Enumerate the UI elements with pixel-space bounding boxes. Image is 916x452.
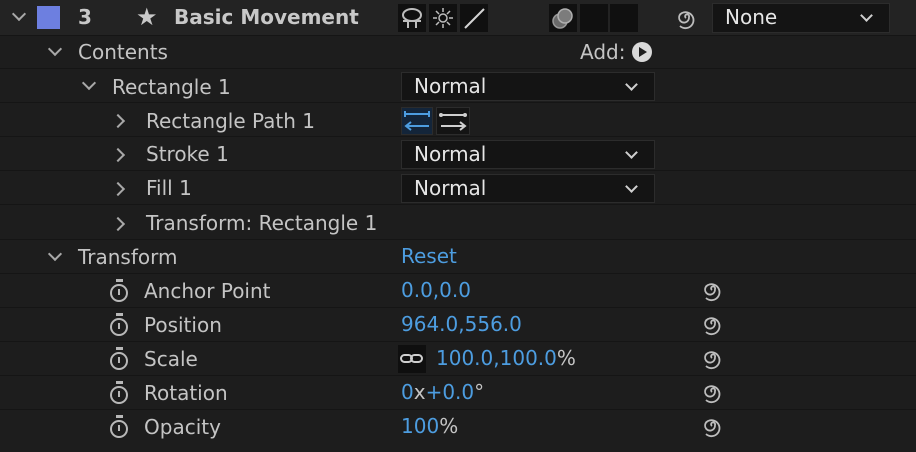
transform-chevron-icon[interactable] <box>47 246 63 262</box>
opacity-row[interactable]: Opacity 100% <box>0 410 916 452</box>
arrow-left-icon <box>404 111 430 131</box>
layer-row[interactable]: 3 ★ Basic Movement None <box>0 0 916 36</box>
rectangle-chevron-icon[interactable] <box>81 75 97 91</box>
motion-blur-switch[interactable] <box>549 4 577 32</box>
anchor-point-value[interactable]: 0.0,0.0 <box>401 274 471 307</box>
fill-blend-value: Normal <box>414 176 487 200</box>
stroke-label: Stroke 1 <box>146 142 229 166</box>
path-direction-reverse-button[interactable] <box>401 107 433 135</box>
scale-suffix: % <box>556 346 576 370</box>
anchor-point-row[interactable]: Anchor Point 0.0,0.0 <box>0 274 916 308</box>
opacity-suffix: % <box>439 414 459 438</box>
parent-pickwhip-icon[interactable] <box>674 6 698 30</box>
slash-icon <box>464 8 485 29</box>
add-play-icon[interactable] <box>631 41 655 65</box>
rectangle-blend-dropdown[interactable]: Normal <box>401 72 655 101</box>
chevron-down-icon <box>625 146 638 159</box>
fill-blend-dropdown[interactable]: Normal <box>401 174 655 203</box>
scale-value[interactable]: 100.0,100.0 <box>436 346 557 370</box>
stopwatch-icon[interactable] <box>110 415 128 438</box>
position-value[interactable]: 964.0,556.0 <box>401 308 522 341</box>
stopwatch-icon[interactable] <box>110 347 128 370</box>
layer-name[interactable]: Basic Movement <box>174 1 359 34</box>
reset-link[interactable]: Reset <box>401 240 457 273</box>
fill-row[interactable]: Fill 1 Normal <box>0 172 916 205</box>
path-direction-forward-button[interactable] <box>436 107 470 135</box>
transform-rectangle-label: Transform: Rectangle 1 <box>146 211 378 235</box>
stroke-blend-value: Normal <box>414 142 487 166</box>
contents-chevron-icon[interactable] <box>47 41 63 57</box>
rectangle-label: Rectangle 1 <box>112 75 231 99</box>
opacity-value-group: 100% <box>401 410 458 443</box>
add-label: Add: <box>580 40 626 64</box>
rectangle-path-label: Rectangle Path 1 <box>146 109 316 133</box>
shy-icon <box>402 8 422 28</box>
expression-pickwhip-icon[interactable] <box>700 312 724 336</box>
rectangle-path-chevron-icon[interactable] <box>110 113 126 129</box>
rotation-value-group: 0x+0.0° <box>401 376 484 409</box>
position-row[interactable]: Position 964.0,556.0 <box>0 308 916 342</box>
transform-rectangle-row[interactable]: Transform: Rectangle 1 <box>0 206 916 240</box>
chevron-down-icon <box>860 9 873 22</box>
transform-label: Transform <box>78 245 178 269</box>
scale-row[interactable]: Scale 100.0,100.0% <box>0 342 916 376</box>
transform-rectangle-chevron-icon[interactable] <box>110 216 126 232</box>
rotation-suffix: ° <box>474 380 485 404</box>
fill-chevron-icon[interactable] <box>110 181 126 197</box>
chevron-down-icon <box>625 180 638 193</box>
link-icon <box>400 354 423 363</box>
adjustment-switch[interactable] <box>580 4 608 32</box>
layer-collapse-chevron-icon[interactable] <box>11 6 27 22</box>
constrain-proportions-button[interactable] <box>398 345 426 373</box>
stopwatch-icon[interactable] <box>110 313 128 336</box>
sun-icon <box>433 8 453 28</box>
rotation-degrees[interactable]: +0.0 <box>426 380 475 404</box>
fill-label: Fill 1 <box>146 176 192 200</box>
rotation-separator: x <box>413 380 426 404</box>
opacity-value[interactable]: 100 <box>401 414 439 438</box>
chevron-down-icon <box>625 78 638 91</box>
contents-row[interactable]: Contents Add: <box>0 36 916 69</box>
transform-row[interactable]: Transform Reset <box>0 240 916 274</box>
expression-pickwhip-icon[interactable] <box>700 414 724 438</box>
rotation-revolutions[interactable]: 0 <box>401 380 414 404</box>
motion-blur-icon <box>552 8 573 29</box>
arrow-right-icon <box>439 113 467 131</box>
rectangle-row[interactable]: Rectangle 1 Normal <box>0 70 916 103</box>
scale-value-group: 100.0,100.0% <box>436 342 576 375</box>
property-name: Scale <box>144 347 198 371</box>
rotation-row[interactable]: Rotation 0x+0.0° <box>0 376 916 410</box>
quality-switch[interactable] <box>460 4 488 32</box>
parent-dropdown-value: None <box>725 5 778 29</box>
layer-color-swatch[interactable] <box>37 6 60 29</box>
star-icon: ★ <box>136 3 158 31</box>
3d-switch[interactable] <box>610 4 638 32</box>
rectangle-path-row[interactable]: Rectangle Path 1 <box>0 104 916 137</box>
stopwatch-icon[interactable] <box>110 381 128 404</box>
expression-pickwhip-icon[interactable] <box>700 278 724 302</box>
collapse-switch[interactable] <box>429 4 457 32</box>
stroke-chevron-icon[interactable] <box>110 147 126 163</box>
stroke-blend-dropdown[interactable]: Normal <box>401 140 655 169</box>
parent-dropdown[interactable]: None <box>712 3 890 33</box>
property-name: Anchor Point <box>144 279 271 303</box>
contents-label: Contents <box>78 40 168 64</box>
stroke-row[interactable]: Stroke 1 Normal <box>0 138 916 171</box>
property-name: Position <box>144 313 222 337</box>
layer-number: 3 <box>78 5 92 29</box>
property-name: Opacity <box>144 415 221 439</box>
rectangle-blend-value: Normal <box>414 74 487 98</box>
stopwatch-icon[interactable] <box>110 279 128 302</box>
expression-pickwhip-icon[interactable] <box>700 346 724 370</box>
property-name: Rotation <box>144 381 228 405</box>
expression-pickwhip-icon[interactable] <box>700 380 724 404</box>
shy-switch[interactable] <box>398 4 426 32</box>
